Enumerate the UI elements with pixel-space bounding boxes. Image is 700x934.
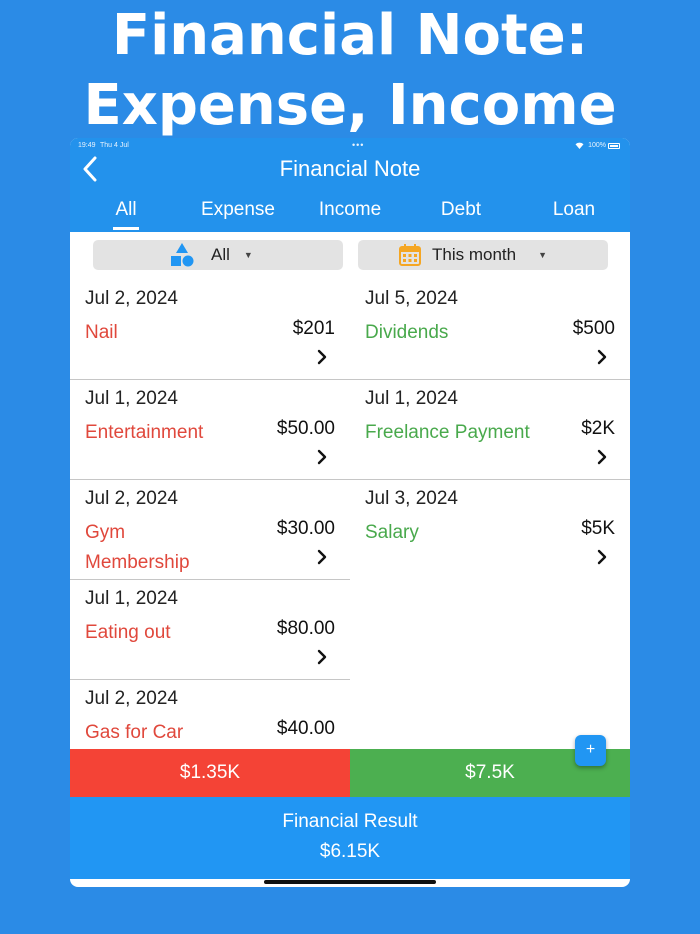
entry-amount: $30.00	[276, 518, 335, 539]
battery-percent: 100%	[588, 142, 606, 149]
calendar-icon	[399, 244, 421, 266]
caret-down-icon: ▼	[538, 250, 548, 260]
chevron-right-icon	[317, 549, 327, 565]
status-date: Thu 4 Jul	[100, 142, 129, 149]
entry-date: Jul 5, 2024	[365, 288, 458, 309]
home-indicator[interactable]	[264, 880, 436, 884]
entry-amount: $40.00	[276, 718, 335, 739]
status-bar: 19:49 Thu 4 Jul ••• 100%	[78, 140, 620, 152]
income-entry[interactable]: Jul 5, 2024 Dividends $500	[350, 280, 630, 380]
income-entry[interactable]: Jul 3, 2024 Salary $5K	[350, 480, 630, 580]
app-screen: 19:49 Thu 4 Jul ••• 100% Financial Note …	[70, 138, 630, 887]
chevron-right-icon	[597, 349, 607, 365]
financial-result-value: $6.15K	[319, 841, 381, 862]
entry-date: Jul 3, 2024	[365, 488, 458, 509]
entry-date: Jul 2, 2024	[85, 288, 178, 309]
shapes-icon	[171, 243, 194, 267]
app-bar: 19:49 Thu 4 Jul ••• 100% Financial Note …	[70, 138, 630, 232]
entry-date: Jul 2, 2024	[85, 688, 178, 709]
entry-category: Nail	[85, 322, 118, 343]
tab-income[interactable]: Income	[306, 196, 394, 230]
period-filter-label: This month	[432, 245, 517, 264]
battery-icon	[608, 143, 620, 149]
income-list: Jul 5, 2024 Dividends $500 Jul 1, 2024 F…	[350, 280, 630, 580]
category-filter-label: All	[211, 245, 230, 264]
financial-result-panel: Financial Result $6.15K	[70, 797, 630, 879]
expense-entry[interactable]: Jul 2, 2024 Gym Membership $30.00	[70, 480, 350, 580]
expense-entry[interactable]: Jul 1, 2024 Eating out $80.00	[70, 580, 350, 680]
chevron-right-icon	[597, 449, 607, 465]
entry-date: Jul 1, 2024	[85, 388, 178, 409]
page-title: Financial Note	[279, 156, 421, 181]
expense-entry[interactable]: Jul 2, 2024 Nail $201	[70, 280, 350, 380]
chevron-right-icon	[317, 349, 327, 365]
headline-line-2: Expense, Income	[83, 73, 617, 138]
entry-amount: $5K	[581, 518, 615, 539]
category-filter-dropdown[interactable]: All ▼	[93, 240, 343, 270]
entry-date: Jul 1, 2024	[85, 588, 178, 609]
chevron-right-icon	[317, 649, 327, 665]
entry-amount: $201	[292, 318, 335, 339]
period-filter-dropdown[interactable]: This month ▼	[358, 240, 608, 270]
entry-amount: $80.00	[276, 618, 335, 639]
tab-all[interactable]: All	[98, 196, 154, 230]
entry-date: Jul 2, 2024	[85, 488, 178, 509]
income-entry[interactable]: Jul 1, 2024 Freelance Payment $2K	[350, 380, 630, 480]
chevron-right-icon	[597, 549, 607, 565]
tab-bar: All Expense Income Debt Loan	[70, 196, 630, 232]
entry-amount: $500	[572, 318, 615, 339]
caret-down-icon: ▼	[243, 250, 253, 260]
entry-category: Gas for Car	[85, 722, 184, 743]
entry-category: Dividends	[365, 322, 449, 343]
expense-entry[interactable]: Jul 2, 2024 Gas for Car $40.00	[70, 680, 350, 750]
entry-category: Eating out	[85, 622, 171, 643]
totals-bar: $1.35K $7.5K	[70, 749, 630, 797]
tab-expense[interactable]: Expense	[188, 196, 288, 230]
wifi-icon	[575, 142, 584, 151]
expense-list: Jul 2, 2024 Nail $201 Jul 1, 2024 Entert…	[70, 280, 350, 750]
tab-debt[interactable]: Debt	[426, 196, 496, 230]
expense-entry[interactable]: Jul 1, 2024 Entertainment $50.00	[70, 380, 350, 480]
filter-row: All ▼ This month ▼	[70, 240, 630, 272]
entry-amount: $50.00	[276, 418, 335, 439]
add-button[interactable]: +	[575, 735, 606, 766]
headline-line-1: Financial Note:	[111, 3, 589, 68]
entry-category: Freelance Payment	[365, 422, 530, 443]
entry-category: Entertainment	[85, 422, 204, 443]
entry-amount: $2K	[581, 418, 615, 439]
entry-date: Jul 1, 2024	[365, 388, 458, 409]
multitasking-dots-icon[interactable]: •••	[352, 140, 364, 150]
expense-total: $1.35K	[70, 749, 350, 797]
chevron-right-icon	[317, 449, 327, 465]
entry-category: Gym Membership	[85, 522, 190, 573]
financial-result-label: Financial Result	[282, 811, 418, 832]
entry-category: Salary	[365, 522, 419, 543]
tab-loan[interactable]: Loan	[540, 196, 608, 230]
status-time: 19:49	[78, 142, 96, 149]
